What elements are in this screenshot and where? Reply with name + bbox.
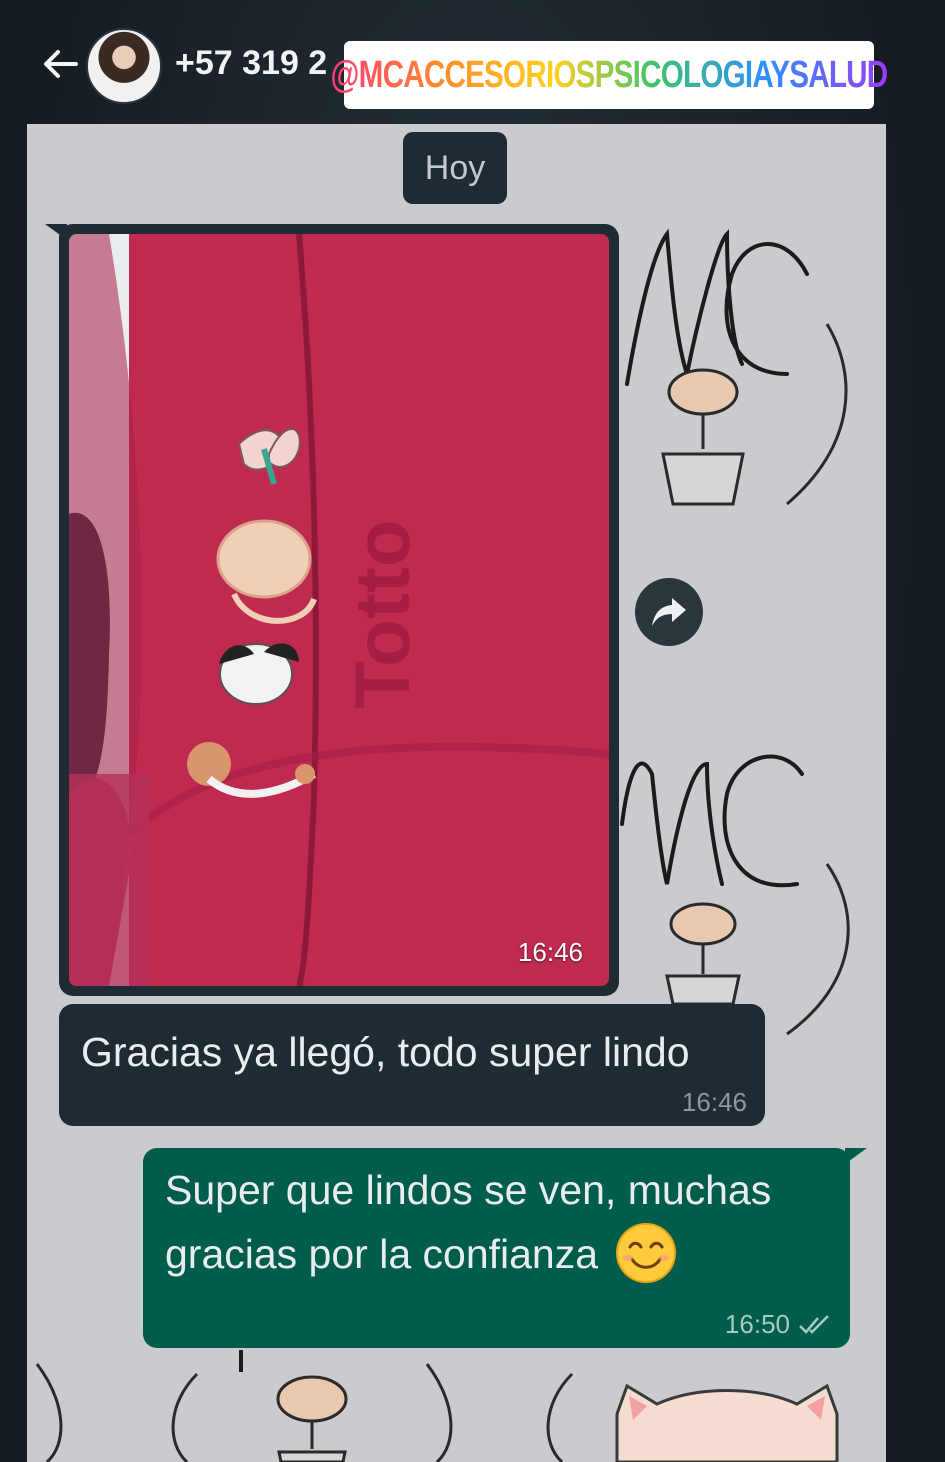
arrow-left-icon[interactable] (40, 44, 80, 84)
avatar[interactable] (86, 28, 162, 104)
message-time: 16:46 (681, 1087, 747, 1117)
photo-pink-backpack-with-pins: Totto (69, 234, 609, 986)
message-text-container: Super que lindos se ven, muchas gracias … (165, 1158, 825, 1288)
message-text: Super que lindos se ven, muchas gracias … (165, 1167, 772, 1277)
forward-share-icon (652, 598, 686, 626)
message-text: Gracias ya llegó, todo super lindo (81, 1029, 690, 1075)
smiling-face-icon (616, 1223, 677, 1284)
svg-text:Totto: Totto (338, 519, 426, 708)
forward-button[interactable] (635, 578, 703, 646)
cat-sticker-icon (615, 1383, 839, 1462)
contact-name[interactable]: +57 319 2 (175, 44, 327, 83)
chat-header: +57 319 2 @MCACCESORIOSPSICOLOGIAYSALUD (0, 0, 945, 125)
message-time: 16:50 (724, 1309, 790, 1339)
message-photo[interactable]: Totto 16:46 (69, 234, 609, 986)
brain-flower-pot-icon (661, 368, 745, 506)
double-check-icon (799, 1314, 829, 1334)
instagram-handle-sticker: @MCACCESORIOSPSICOLOGIAYSALUD (331, 41, 888, 109)
message-time: 16:46 (517, 937, 583, 967)
chat-area[interactable]: Hoy Totto 16:46 Gracias ya llegó, todo s… (27, 124, 886, 1462)
message-meta: 16:50 (725, 1309, 832, 1340)
date-chip: Hoy (403, 132, 507, 204)
incoming-message-bubble[interactable]: Gracias ya llegó, todo super lindo 16:46 (59, 1004, 765, 1126)
outgoing-message-bubble[interactable]: Super que lindos se ven, muchas gracias … (143, 1148, 850, 1348)
instagram-handle: @MCACCESORIOSPSICOLOGIAYSALUD (330, 53, 889, 96)
